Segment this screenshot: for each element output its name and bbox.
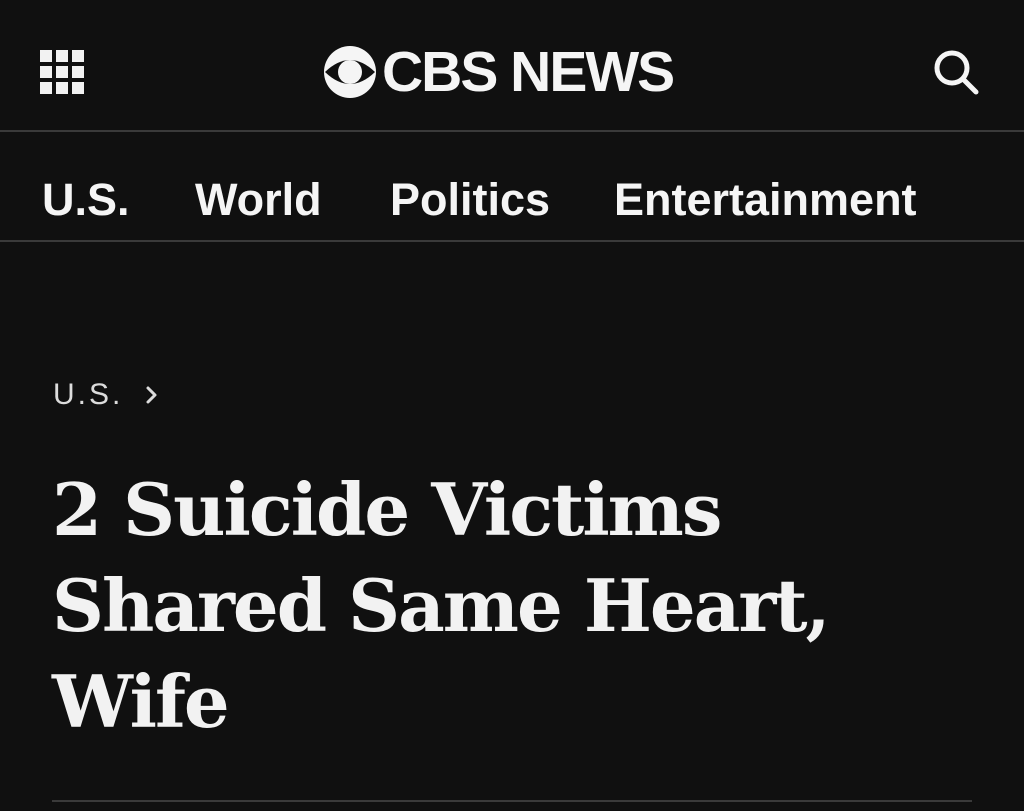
grid-dot xyxy=(72,82,84,94)
grid-dot xyxy=(40,66,52,78)
grid-menu-icon[interactable] xyxy=(40,50,86,96)
nav-item-politics[interactable]: Politics xyxy=(390,172,550,228)
logo-text: CBS NEWS xyxy=(382,40,675,104)
grid-dot xyxy=(56,82,68,94)
nav-item-us[interactable]: U.S. xyxy=(42,172,130,228)
nav-item-entertainment[interactable]: Entertainment xyxy=(614,172,917,228)
grid-dot xyxy=(56,50,68,62)
cbs-eye-icon xyxy=(324,46,376,98)
article-headline: 2 Suicide Victims Shared Same Heart, Wif… xyxy=(52,467,831,744)
nav-item-world[interactable]: World xyxy=(195,172,322,228)
section-nav: U.S. World Politics Entertainment xyxy=(0,132,1024,242)
top-header: CBS NEWS xyxy=(0,0,1024,132)
grid-dot xyxy=(56,66,68,78)
page: CBS NEWS U.S. World Politics Entertainme… xyxy=(0,0,1024,811)
chevron-right-icon xyxy=(146,386,157,404)
divider xyxy=(52,800,972,802)
cbs-news-logo[interactable]: CBS NEWS xyxy=(322,40,675,104)
grid-dot xyxy=(72,50,84,62)
grid-dot xyxy=(40,82,52,94)
grid-dot xyxy=(72,66,84,78)
breadcrumb[interactable]: U.S. xyxy=(53,378,159,412)
grid-dot xyxy=(40,50,52,62)
search-icon[interactable] xyxy=(930,46,982,98)
breadcrumb-label: U.S. xyxy=(53,378,124,411)
